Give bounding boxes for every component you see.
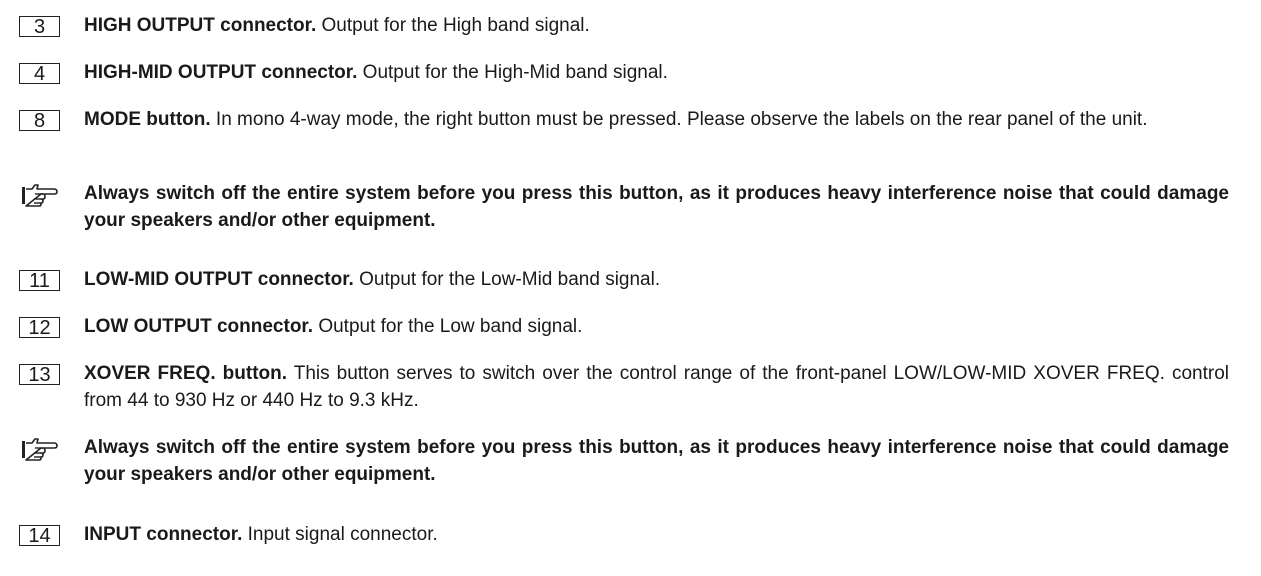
item-number-box: 8 (19, 110, 60, 131)
item-number-box: 13 (19, 364, 60, 385)
item-title: LOW-MID OUTPUT connector. (84, 269, 354, 290)
item-body: Input signal connector. (242, 524, 438, 545)
warning-text: Always switch off the entire system befo… (84, 437, 1229, 485)
warning-text: Always switch off the entire system befo… (84, 183, 1229, 231)
item-description: INPUT connector. Input signal connector. (84, 521, 1229, 548)
item-body: Output for the High band signal. (316, 15, 590, 36)
item-title: HIGH OUTPUT connector. (84, 15, 317, 36)
item-number-box: 14 (19, 525, 60, 546)
item-body: In mono 4-way mode, the right button mus… (210, 109, 1148, 130)
pointing-hand-icon (22, 184, 58, 207)
item-title: MODE button. (84, 109, 211, 130)
item-title: HIGH-MID OUTPUT connector. (84, 62, 358, 83)
item-description: HIGH-MID OUTPUT connector. Output for th… (84, 59, 1229, 86)
item-body: Output for the Low band signal. (313, 316, 583, 337)
item-title: XOVER FREQ. button. (84, 363, 288, 384)
item-description: LOW OUTPUT connector. Output for the Low… (84, 313, 1229, 340)
item-number-box: 11 (19, 270, 60, 291)
item-title: INPUT connector. (84, 524, 243, 545)
item-description: MODE button. In mono 4-way mode, the rig… (84, 106, 1229, 133)
item-title: LOW OUTPUT connector. (84, 316, 314, 337)
item-description: HIGH OUTPUT connector. Output for the Hi… (84, 12, 1229, 39)
item-body: Output for the Low-Mid band signal. (353, 269, 661, 290)
manual-page: { "items": [ {"number": "3", "title": "H… (0, 0, 1261, 576)
item-body: Output for the High-Mid band signal. (357, 62, 668, 83)
item-number-box: 3 (19, 16, 60, 37)
item-description: LOW-MID OUTPUT connector. Output for the… (84, 266, 1229, 293)
item-description: XOVER FREQ. button. This button serves t… (84, 360, 1229, 414)
item-number-box: 4 (19, 63, 60, 84)
item-number-box: 12 (19, 317, 60, 338)
pointing-hand-icon (22, 438, 58, 461)
